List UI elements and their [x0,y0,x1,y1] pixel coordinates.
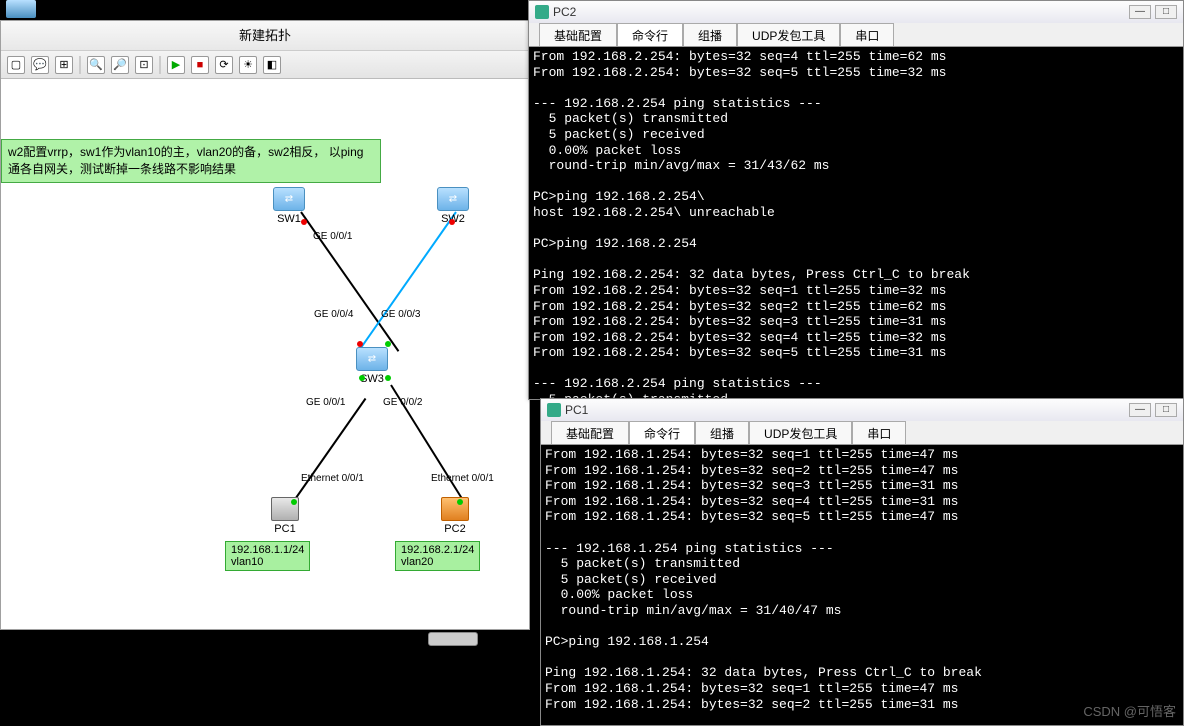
pc2-tabs: 基础配置 命令行 组播 UDP发包工具 串口 [529,23,1183,47]
topology-window: 新建拓扑 ▢ 💬 ⊞ 🔍 🔎 ⊡ ▶ ■ ⟳ ☀ ◧ w2配置vrrp，sw1作… [0,20,530,630]
pc2-title-bar[interactable]: PC2 — □ [529,1,1183,23]
pc2-window: PC2 — □ 基础配置 命令行 组播 UDP发包工具 串口 From 192.… [528,0,1184,400]
watermark: CSDN @可悟客 [1083,701,1176,720]
port-label: GE 0/0/3 [381,309,420,320]
pc1-title-bar[interactable]: PC1 — □ [541,399,1183,421]
switch-icon [273,187,305,211]
tb-icon-0[interactable]: ▢ [7,56,25,74]
pc1-tabs: 基础配置 命令行 组播 UDP发包工具 串口 [541,421,1183,445]
tab-cli[interactable]: 命令行 [617,23,683,46]
tb-icon-2[interactable]: ⊞ [55,56,73,74]
toolbar: ▢ 💬 ⊞ 🔍 🔎 ⊡ ▶ ■ ⟳ ☀ ◧ [1,51,529,79]
device-label: SW1 [277,213,301,225]
tb-icon-8[interactable]: ⟳ [215,56,233,74]
topology-title: 新建拓扑 [1,21,529,51]
port-label: GE 0/0/1 [306,397,345,408]
tb-icon-5[interactable]: ⊡ [135,56,153,74]
pc1-terminal[interactable]: From 192.168.1.254: bytes=32 seq=1 ttl=2… [541,445,1183,725]
pc1-window: PC1 — □ 基础配置 命令行 组播 UDP发包工具 串口 From 192.… [540,398,1184,726]
tab-multicast[interactable]: 组播 [683,23,737,46]
tab-udp[interactable]: UDP发包工具 [737,23,840,46]
ip-box-pc2: 192.168.2.1/24 vlan20 [395,541,480,571]
tab-multicast[interactable]: 组播 [695,421,749,444]
port-label: Ethernet 0/0/1 [431,473,494,484]
port-label: Ethernet 0/0/1 [301,473,364,484]
port-label: GE 0/0/2 [383,397,422,408]
stop-button[interactable]: ■ [191,56,209,74]
tab-serial[interactable]: 串口 [852,421,906,444]
tab-udp[interactable]: UDP发包工具 [749,421,852,444]
device-label: PC1 [274,523,295,535]
port-dot [357,341,363,347]
tab-serial[interactable]: 串口 [840,23,894,46]
separator [159,56,161,74]
port-dot [385,375,391,381]
tb-icon-9[interactable]: ☀ [239,56,257,74]
tab-basic-config[interactable]: 基础配置 [551,421,629,444]
device-label: PC2 [444,523,465,535]
port-dot [359,375,365,381]
ip-box-pc1: 192.168.1.1/24 vlan10 [225,541,310,571]
port-dot [291,499,297,505]
pc-icon [441,497,469,521]
scrollbar-thumb[interactable] [428,632,478,646]
port-label: GE 0/0/1 [313,231,352,242]
device-pc2[interactable]: PC2 [441,497,469,535]
tab-cli[interactable]: 命令行 [629,421,695,444]
port-dot [449,219,455,225]
link-sw2-sw3 [357,211,457,353]
port-label: GE 0/0/4 [314,309,353,320]
window-title: PC1 [565,403,588,417]
tb-icon-4[interactable]: 🔎 [111,56,129,74]
minimize-button[interactable]: — [1129,5,1151,19]
play-button[interactable]: ▶ [167,56,185,74]
port-dot [457,499,463,505]
maximize-button[interactable]: □ [1155,403,1177,417]
tb-icon-3[interactable]: 🔍 [87,56,105,74]
minimize-button[interactable]: — [1129,403,1151,417]
config-note: w2配置vrrp，sw1作为vlan10的主，vlan20的备，sw2相反， 以… [1,139,381,183]
tb-icon-10[interactable]: ◧ [263,56,281,74]
port-dot [301,219,307,225]
separator [79,56,81,74]
device-sw1[interactable]: SW1 [273,187,305,225]
link-sw3-pc1 [290,398,366,506]
desktop-shortcut-icon[interactable] [6,0,46,20]
port-dot [385,341,391,347]
switch-icon [437,187,469,211]
tab-basic-config[interactable]: 基础配置 [539,23,617,46]
window-title: PC2 [553,5,576,19]
tb-icon-1[interactable]: 💬 [31,56,49,74]
topology-canvas[interactable]: w2配置vrrp，sw1作为vlan10的主，vlan20的备，sw2相反， 以… [1,79,529,629]
pc2-terminal[interactable]: From 192.168.2.254: bytes=32 seq=4 ttl=2… [529,47,1183,399]
maximize-button[interactable]: □ [1155,5,1177,19]
app-icon [535,5,549,19]
switch-icon [356,347,388,371]
app-icon [547,403,561,417]
